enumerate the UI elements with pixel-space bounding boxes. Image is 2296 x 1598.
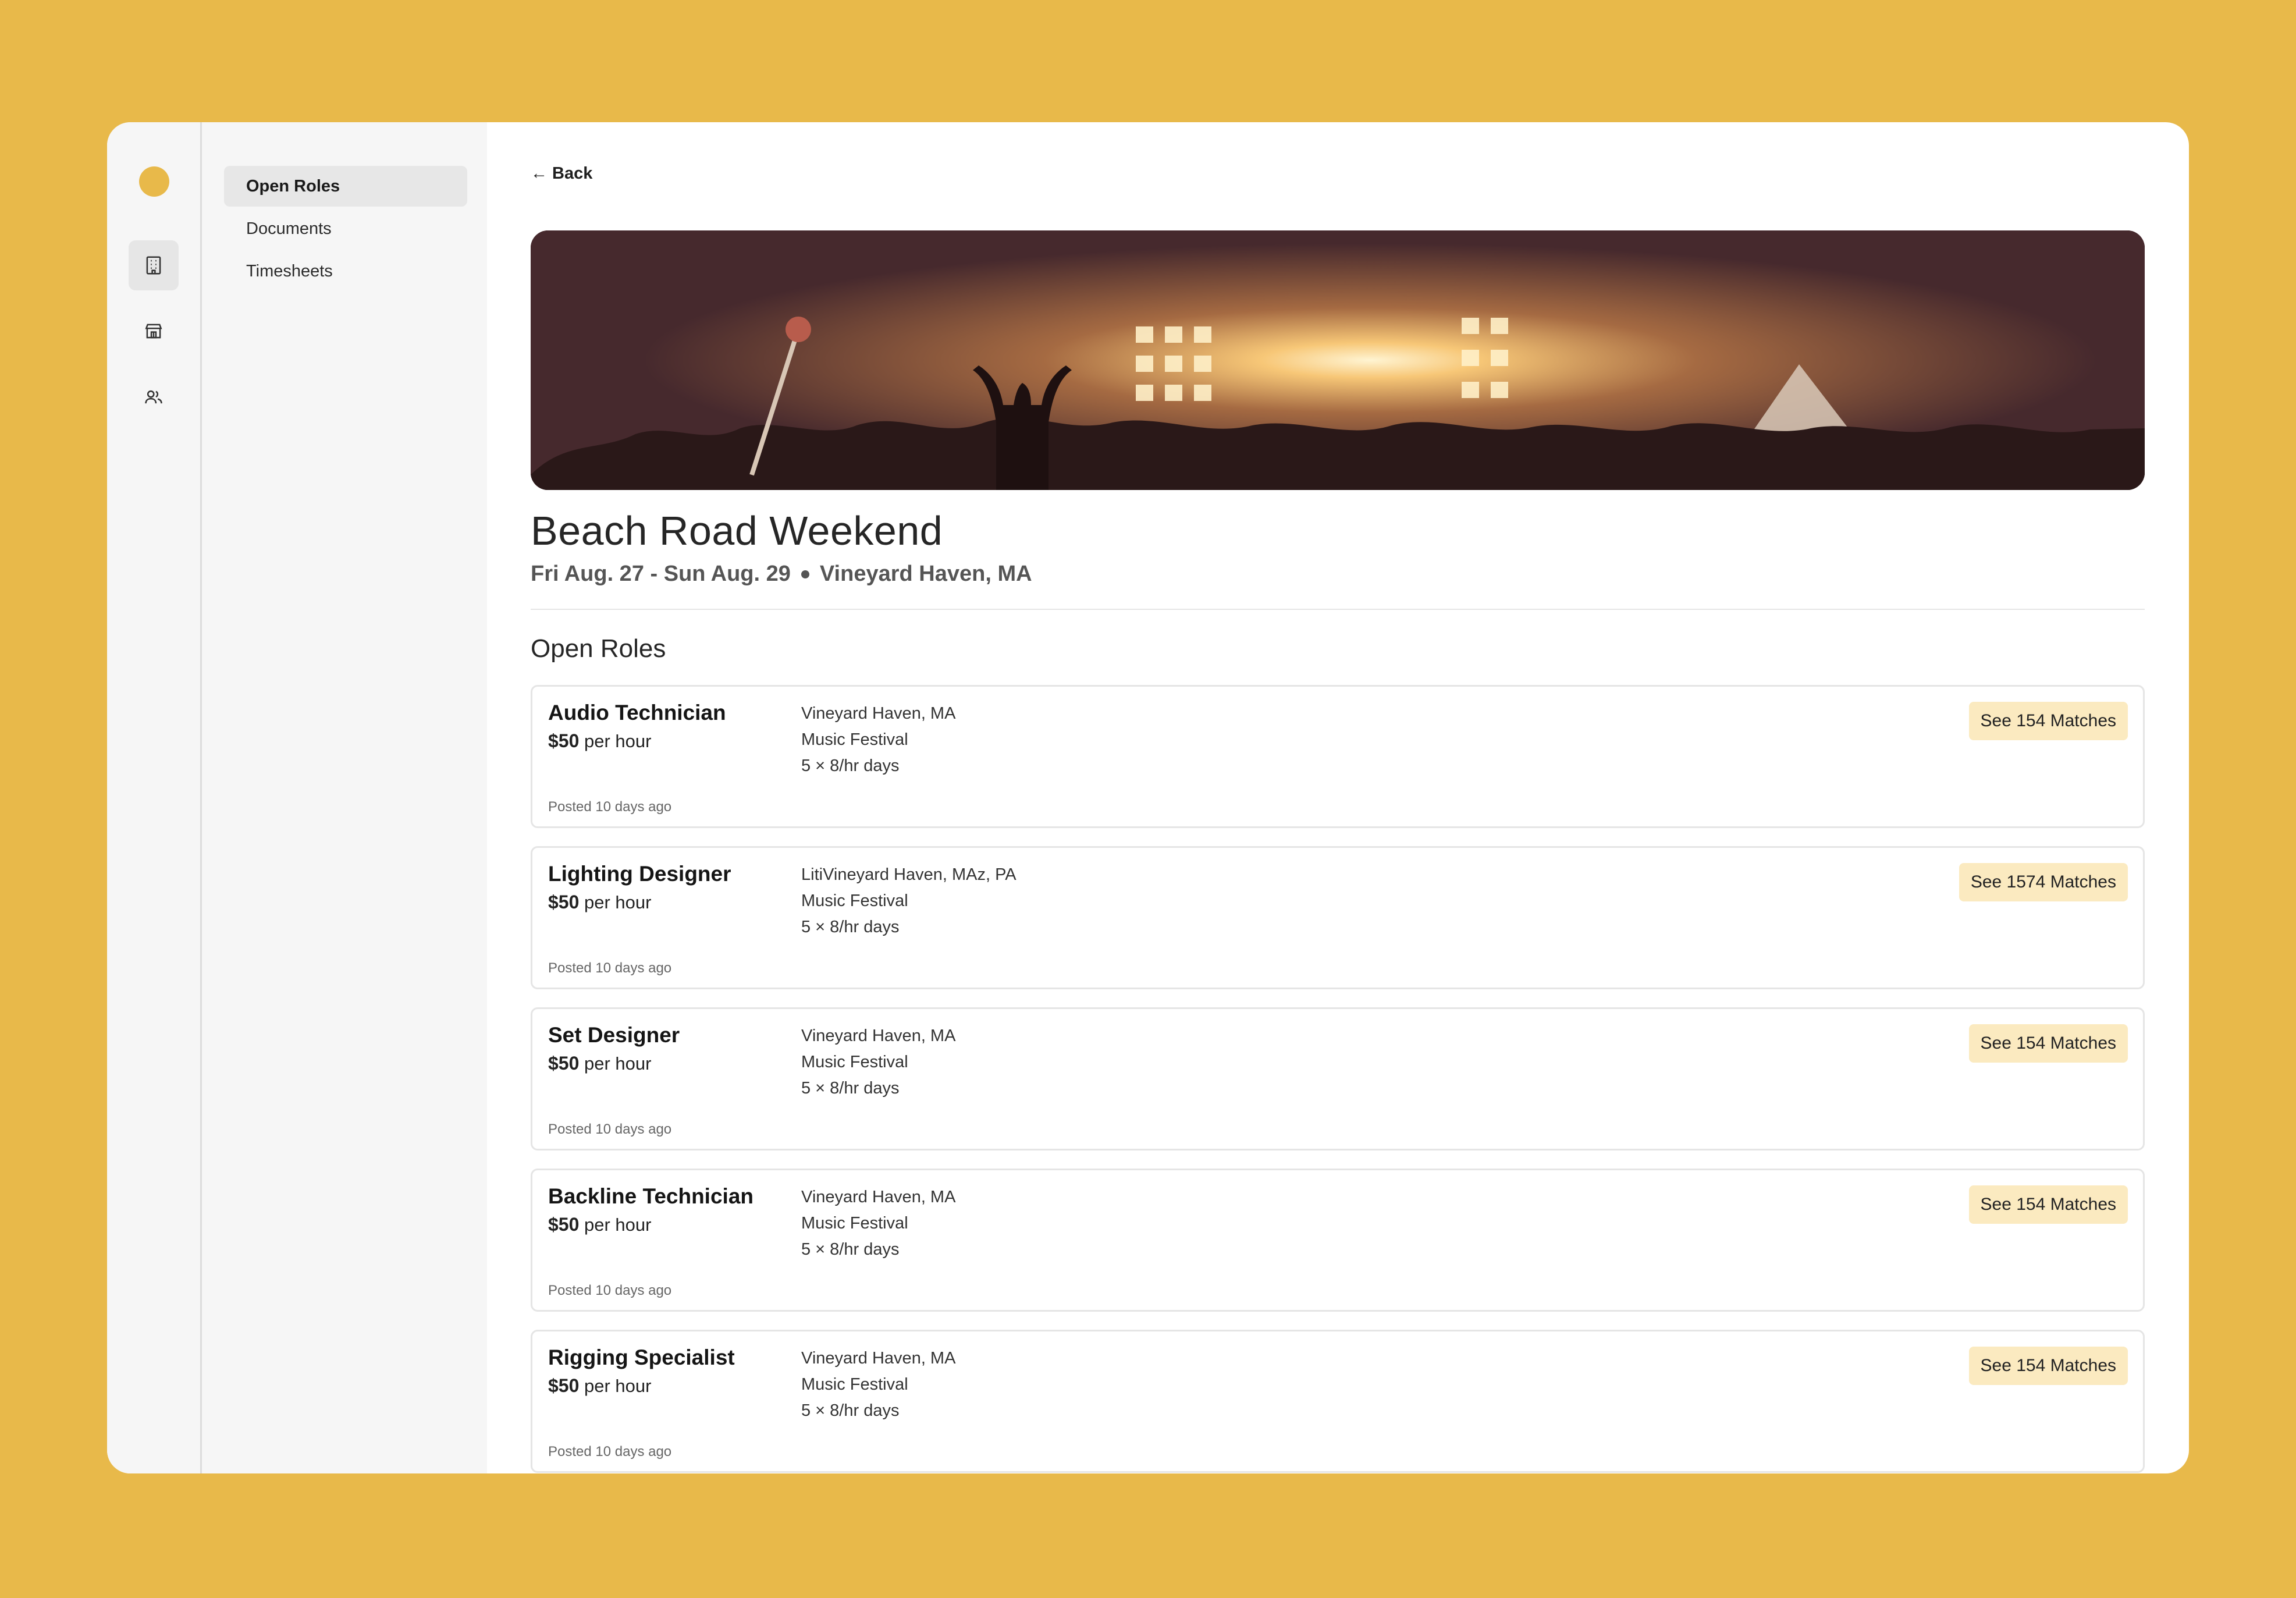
role-schedule: 5 × 8/hr days	[801, 1240, 900, 1259]
rate-unit: per hour	[584, 1376, 652, 1396]
see-matches-button[interactable]: See 154 Matches	[1968, 1185, 2128, 1224]
rail-button-people[interactable]	[129, 372, 179, 422]
rate-unit: per hour	[584, 1215, 652, 1235]
role-card[interactable]: Lighting Designer $50 per hour LitiViney…	[531, 846, 2145, 989]
rate-unit: per hour	[584, 1053, 652, 1074]
role-title: Rigging Specialist	[548, 1345, 735, 1369]
role-rate: $50 per hour	[548, 1214, 651, 1235]
role-meta: Vineyard Haven, MA Music Festival 5 × 8/…	[801, 1345, 955, 1424]
role-posted: Posted 10 days ago	[548, 1121, 672, 1137]
rate-amount: $50	[548, 1214, 580, 1235]
rate-unit: per hour	[584, 892, 652, 912]
role-type: Music Festival	[801, 1375, 908, 1394]
users-icon	[145, 390, 162, 404]
back-label: Back	[552, 164, 593, 183]
role-location: Vineyard Haven, MA	[801, 704, 956, 723]
see-matches-button[interactable]: See 1574 Matches	[1959, 863, 2128, 901]
arrow-left-icon: ←	[531, 164, 548, 183]
section-title-open-roles: Open Roles	[531, 634, 666, 663]
role-schedule: 5 × 8/hr days	[801, 1079, 900, 1098]
role-card[interactable]: Set Designer $50 per hour Vineyard Haven…	[531, 1007, 2145, 1150]
app-window: Open Roles Documents Timesheets ← Back B…	[107, 122, 2189, 1473]
store-icon	[145, 324, 162, 339]
role-rate: $50 per hour	[548, 892, 651, 913]
role-location: Vineyard Haven, MA	[801, 1349, 956, 1368]
rail-button-store[interactable]	[129, 306, 179, 356]
role-title: Set Designer	[548, 1023, 680, 1047]
role-type: Music Festival	[801, 1053, 908, 1071]
event-hero-image	[531, 230, 2145, 490]
role-meta: Vineyard Haven, MA Music Festival 5 × 8/…	[801, 701, 955, 779]
role-schedule: 5 × 8/hr days	[801, 1401, 900, 1420]
role-title: Lighting Designer	[548, 862, 731, 886]
rail-button-venues[interactable]	[129, 240, 179, 290]
see-matches-button[interactable]: See 154 Matches	[1968, 1347, 2128, 1385]
see-matches-button[interactable]: See 154 Matches	[1968, 702, 2128, 740]
role-location: Vineyard Haven, MA	[801, 1027, 956, 1045]
divider	[531, 609, 2145, 610]
role-posted: Posted 10 days ago	[548, 1444, 672, 1459]
role-type: Music Festival	[801, 730, 908, 749]
back-link[interactable]: ← Back	[531, 164, 592, 183]
rate-amount: $50	[548, 1375, 580, 1396]
separator-dot-icon	[801, 570, 809, 578]
role-location: Vineyard Haven, MA	[801, 1188, 956, 1206]
role-title: Audio Technician	[548, 701, 726, 725]
role-meta: LitiVineyard Haven, MAz, PA Music Festiv…	[801, 862, 1017, 940]
event-dates: Fri Aug. 27 - Sun Aug. 29	[531, 562, 791, 586]
role-rate: $50 per hour	[548, 1375, 651, 1397]
role-title: Backline Technician	[548, 1184, 754, 1208]
role-card[interactable]: Audio Technician $50 per hour Vineyard H…	[531, 685, 2145, 828]
brand-logo[interactable]	[139, 166, 169, 197]
see-matches-button[interactable]: See 154 Matches	[1968, 1024, 2128, 1063]
event-subtitle: Fri Aug. 27 - Sun Aug. 29 Vineyard Haven…	[531, 562, 1032, 587]
role-schedule: 5 × 8/hr days	[801, 918, 900, 936]
nav-item-timesheets[interactable]: Timesheets	[224, 251, 445, 292]
rate-amount: $50	[548, 1053, 580, 1074]
role-meta: Vineyard Haven, MA Music Festival 5 × 8/…	[801, 1023, 955, 1102]
main-content: ← Back Beach Road Weekend Fri Aug. 27 - …	[487, 122, 2189, 1473]
role-meta: Vineyard Haven, MA Music Festival 5 × 8/…	[801, 1184, 955, 1263]
role-posted: Posted 10 days ago	[548, 799, 672, 815]
secondary-nav: Open Roles Documents Timesheets	[202, 122, 487, 1473]
building-icon	[146, 256, 161, 275]
nav-item-documents[interactable]: Documents	[224, 208, 445, 249]
role-posted: Posted 10 days ago	[548, 960, 672, 976]
event-location: Vineyard Haven, MA	[819, 562, 1032, 586]
role-type: Music Festival	[801, 892, 908, 910]
role-rate: $50 per hour	[548, 730, 651, 752]
role-posted: Posted 10 days ago	[548, 1283, 672, 1298]
role-location: LitiVineyard Haven, MAz, PA	[801, 865, 1017, 884]
role-rate: $50 per hour	[548, 1053, 651, 1074]
concert-illustration	[531, 230, 2145, 490]
rate-amount: $50	[548, 892, 580, 912]
role-card[interactable]: Rigging Specialist $50 per hour Vineyard…	[531, 1330, 2145, 1473]
role-schedule: 5 × 8/hr days	[801, 757, 900, 775]
nav-item-open-roles[interactable]: Open Roles	[224, 166, 467, 207]
role-type: Music Festival	[801, 1214, 908, 1233]
rate-unit: per hour	[584, 731, 652, 751]
role-card[interactable]: Backline Technician $50 per hour Vineyar…	[531, 1169, 2145, 1312]
rate-amount: $50	[548, 730, 580, 751]
event-title: Beach Road Weekend	[531, 508, 943, 553]
icon-rail	[107, 122, 202, 1473]
